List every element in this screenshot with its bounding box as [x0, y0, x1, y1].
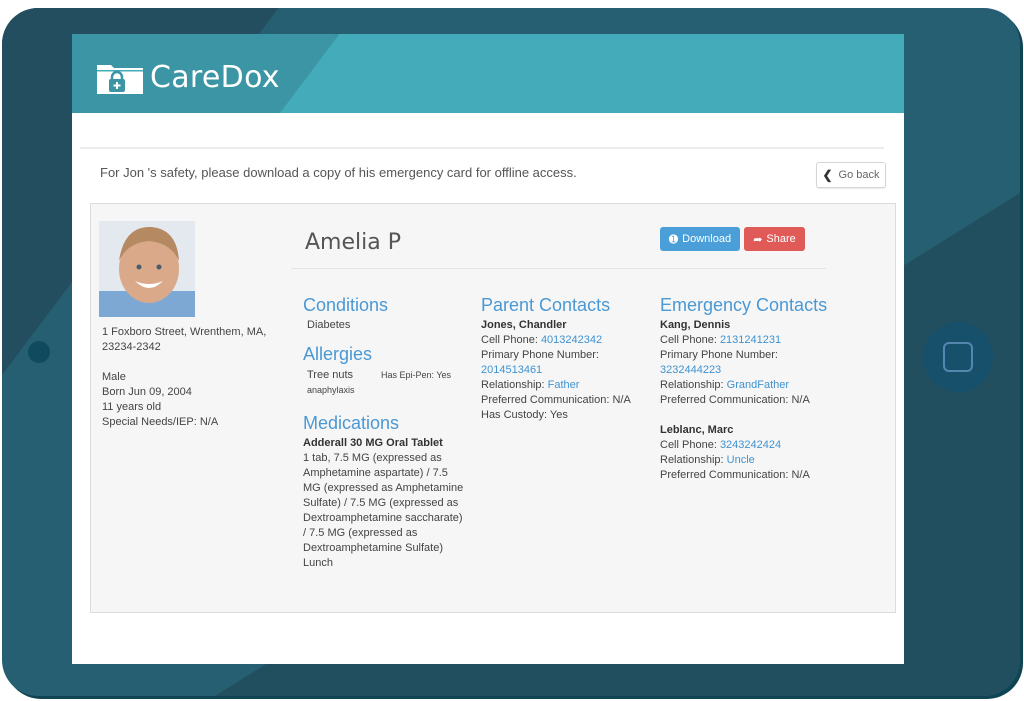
condition-item: Diabetes: [307, 319, 351, 331]
cell-phone-row: Cell Phone: 3243242424: [660, 438, 835, 453]
folder-lock-icon: [97, 64, 143, 94]
cell-phone-label: Cell Phone:: [660, 439, 720, 451]
primary-phone-label: Primary Phone Number:: [481, 349, 599, 361]
cell-phone-row: Cell Phone: 2131241231: [660, 333, 835, 348]
allergy-item: Tree nuts Has Epi-Pen: Yes: [303, 368, 468, 383]
relationship-value: Uncle: [726, 454, 755, 466]
medication-detail: Lunch: [303, 557, 333, 569]
cell-phone-label: Cell Phone:: [481, 334, 541, 346]
preferred-communication: Preferred Communication: N/A: [660, 394, 810, 406]
special-needs: Special Needs/IEP: N/A: [102, 416, 219, 428]
medication-name: Adderall 30 MG Oral Tablet: [303, 437, 443, 449]
emergency-card: 1 Foxboro Street, Wrenthem, MA, 23234-23…: [90, 203, 896, 613]
epi-pen-status: Has Epi-Pen: Yes: [381, 370, 452, 380]
share-arrow-icon: ➦: [753, 233, 763, 246]
cell-phone-link[interactable]: 3243242424: [720, 439, 781, 451]
home-square-icon: [943, 342, 973, 372]
primary-phone-link[interactable]: 3232444223: [660, 364, 721, 376]
logo[interactable]: CareDox: [96, 60, 280, 95]
age: 11 years old: [102, 401, 162, 413]
notice-message: For Jon 's safety, please download a cop…: [100, 165, 577, 180]
divider: [291, 268, 826, 269]
medication-detail: MG (expressed as Amphetamine: [303, 482, 464, 494]
address-line2: 23234-2342: [102, 341, 161, 353]
student-name: Amelia P: [305, 230, 401, 255]
medication-detail: Dextroamphetamine saccharate): [303, 512, 463, 524]
camera-dot: [28, 341, 50, 363]
address-line1: 1 Foxboro Street, Wrenthem, MA,: [102, 326, 267, 338]
medications-heading: Medications: [303, 413, 400, 433]
share-label: Share: [766, 233, 796, 245]
relationship-label: Relationship:: [660, 379, 727, 391]
offline-notice: For Jon 's safety, please download a cop…: [80, 147, 884, 193]
go-back-button[interactable]: ❮ Go back: [816, 162, 886, 188]
medication-detail: Sulfate) / 7.5 MG (expressed as: [303, 497, 459, 509]
download-label: Download: [682, 233, 732, 245]
emergency-contacts-column: Emergency Contacts Kang, Dennis Cell Pho…: [660, 294, 835, 483]
medical-column: Conditions Diabetes Allergies Tree nuts …: [303, 294, 468, 571]
app-header: CareDox: [72, 34, 904, 113]
relationship-value: Father: [547, 379, 580, 391]
contact-name: Jones, Chandler: [481, 319, 567, 331]
preferred-communication: Preferred Communication: N/A: [660, 469, 810, 481]
gender: Male: [102, 371, 126, 383]
brand-name: CareDox: [150, 60, 280, 95]
primary-phone-link[interactable]: 2014513461: [481, 364, 542, 376]
relationship-value: GrandFather: [726, 379, 790, 391]
contact-name: Kang, Dennis: [660, 319, 731, 331]
download-button[interactable]: ➊ Download: [660, 227, 740, 251]
relationship-row: Relationship: Father: [481, 378, 651, 393]
medication-detail: Dextroamphetamine Sulfate): [303, 542, 444, 554]
conditions-heading: Conditions: [303, 295, 389, 315]
allergy-name: Tree nuts: [307, 369, 354, 381]
preferred-communication: Preferred Communication: N/A: [481, 394, 631, 406]
medication-detail: Amphetamine aspartate) / 7.5: [303, 467, 448, 479]
relationship-row: Relationship: Uncle: [660, 453, 835, 468]
relationship-label: Relationship:: [660, 454, 727, 466]
go-back-label: Go back: [838, 169, 880, 181]
screen: CareDox For Jon 's safety, please downlo…: [72, 34, 904, 664]
parent-contacts-heading: Parent Contacts: [481, 295, 611, 315]
relationship-label: Relationship:: [481, 379, 548, 391]
cell-phone-link[interactable]: 4013242342: [541, 334, 602, 346]
medication-detail: / 7.5 MG (expressed as: [303, 527, 418, 539]
allergies-heading: Allergies: [303, 344, 373, 364]
share-button[interactable]: ➦ Share: [744, 227, 805, 251]
relationship-row: Relationship: GrandFather: [660, 378, 835, 393]
student-info: 1 Foxboro Street, Wrenthem, MA, 23234-23…: [102, 325, 266, 430]
chevron-left-icon: ❮: [822, 168, 833, 182]
student-photo: [99, 221, 195, 317]
contact-name: Leblanc, Marc: [660, 424, 734, 436]
primary-phone-label: Primary Phone Number:: [660, 349, 778, 361]
custody-status: Has Custody: Yes: [481, 409, 568, 421]
download-circle-icon: ➊: [668, 233, 679, 246]
cell-phone-link[interactable]: 2131241231: [720, 334, 781, 346]
cell-phone-row: Cell Phone: 4013242342: [481, 333, 651, 348]
cell-phone-label: Cell Phone:: [660, 334, 720, 346]
emergency-contacts-heading: Emergency Contacts: [660, 295, 828, 315]
allergy-reaction: anaphylaxis: [307, 385, 355, 395]
child-photo-image: [99, 221, 195, 317]
home-button[interactable]: [923, 322, 993, 392]
parent-contacts-column: Parent Contacts Jones, Chandler Cell Pho…: [481, 294, 651, 423]
birth-date: Born Jun 09, 2004: [102, 386, 192, 398]
medication-detail: 1 tab, 7.5 MG (expressed as: [303, 452, 442, 464]
